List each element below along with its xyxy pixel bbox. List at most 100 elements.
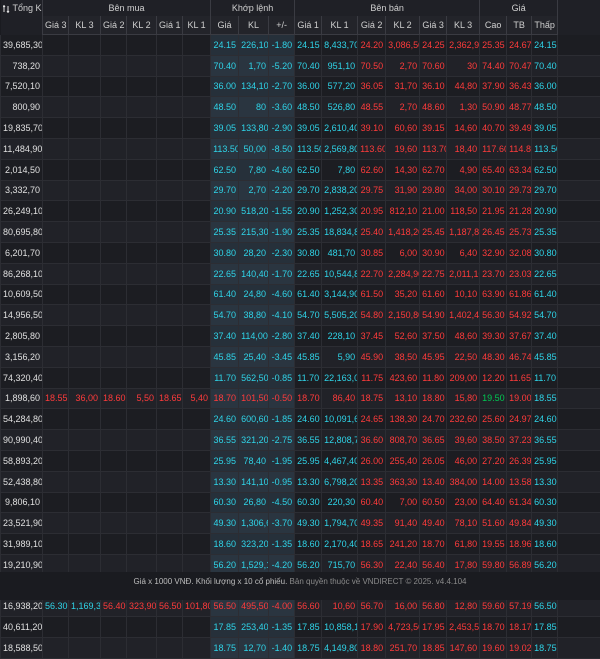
table-row[interactable]: 40,611,2017.85253,40-1.3517.8510,858,101… [1,617,600,638]
buy-col-header-3[interactable]: KL 2 [127,16,157,35]
buy-vol-1 [183,346,211,367]
sell-vol-3: 147,60 [447,638,480,659]
sell-vol-2: 808,70 [386,430,420,451]
avg-price: 25.73 [507,222,532,243]
total-volume-header[interactable]: Tổng KL [1,0,43,35]
sell-vol-3: 6,40 [447,242,480,263]
match-col-header-1[interactable]: KL [239,16,269,35]
sell-price-3: 18.80 [420,388,447,409]
total-volume-label: Tổng KL [13,3,43,13]
buy-col-header-4[interactable]: Giá 1 [157,16,183,35]
match-price: 18.75 [211,638,239,659]
table-row[interactable]: 58,893,2025.9578,40-1.9525.954,467,4026.… [1,450,600,471]
buy-extra [558,118,600,139]
table-row[interactable]: 90,990,4036.55321,20-2.7536.5512,808,703… [1,430,600,451]
table-row[interactable]: 1,898,6018.5536,0018.605,5018.655,4018.7… [1,388,600,409]
avg-price: 13.58 [507,471,532,492]
table-row[interactable]: 26,249,1020.90518,20-1.5520.901,252,3020… [1,201,600,222]
buy-col-header-0[interactable]: Giá 3 [43,16,69,35]
table-row[interactable]: 3,332,7029.702,70-2.2029.702,838,2029.75… [1,180,600,201]
table-row[interactable]: 11,484,90113.5050,00-8.50113.502,569,801… [1,138,600,159]
buy-vol-1 [183,471,211,492]
buy-col-header-2[interactable]: Giá 2 [101,16,127,35]
buy-vol-2 [127,180,157,201]
buy-price-3 [43,118,69,139]
buy-vol-2 [127,513,157,534]
avg-price: 46.74 [507,346,532,367]
table-row[interactable]: 54,284,8024.60600,60-1.8524.6010,091,602… [1,409,600,430]
sell-col-header-1[interactable]: KL 1 [322,16,358,35]
table-row[interactable]: 80,695,8025.35215,30-1.9025.3518,834,802… [1,222,600,243]
table-row[interactable]: 2,805,8037.40114,00-2.8037.40228,1037.45… [1,326,600,347]
table-row[interactable]: 86,268,1022.65140,40-1.7022.6510,544,802… [1,263,600,284]
match-price: 22.65 [211,263,239,284]
table-row[interactable]: 3,156,2045.8525,40-3.4545.855,9045.9038,… [1,346,600,367]
table-row[interactable]: 23,521,9049.301,306,60-3.7049.301,794,70… [1,513,600,534]
low-price: 45.85 [532,346,558,367]
sell-price-2: 25.40 [358,222,386,243]
match-change: -4.50 [269,492,295,513]
match-price: 39.05 [211,118,239,139]
match-price: 13.30 [211,471,239,492]
table-row[interactable]: 74,320,4011.70562,50-0.8511.7022,163,001… [1,367,600,388]
table-row[interactable]: 9,806,1060.3026,80-4.5060.30220,3060.407… [1,492,600,513]
buy-col-header-5[interactable]: KL 1 [183,16,211,35]
table-row[interactable]: 14,956,5054.7038,80-4.1054.705,505,2054.… [1,305,600,326]
table-row[interactable]: 31,989,1018.60323,20-1.3518.602,170,4018… [1,534,600,555]
sell-vol-2: 31,70 [386,76,420,97]
sell-col-header-2[interactable]: Giá 2 [358,16,386,35]
sell-price-2: 113.60 [358,138,386,159]
table-row[interactable]: 18,588,5018.7512,70-1.4018.754,149,8018.… [1,638,600,659]
sell-price-1: 61.40 [295,284,322,305]
buy-extra [558,430,600,451]
buy-col-header-1[interactable]: KL 3 [69,16,101,35]
table-row[interactable]: 10,609,5061.4024,80-4.6061.403,144,9061.… [1,284,600,305]
sell-vol-1: 1,252,30 [322,201,358,222]
table-row[interactable]: 6,201,7030.8028,20-2.3030.80481,7030.856… [1,242,600,263]
avg-price: 32.08 [507,242,532,263]
sell-col-header-4[interactable]: Giá 3 [420,16,447,35]
low-price: 18.60 [532,534,558,555]
sell-col-header-0[interactable]: Giá 1 [295,16,322,35]
table-row[interactable]: 800,9048.5080-3.6048.50526,8048.552,7048… [1,97,600,118]
sell-price-1: 18.70 [295,388,322,409]
price-col-header-0[interactable]: Cao [480,16,507,35]
buy-price-3 [43,617,69,638]
buy-price-1 [157,326,183,347]
sort-arrow-icon[interactable] [3,5,13,13]
avg-price: 18.96 [507,534,532,555]
buy-price-2 [101,534,127,555]
high-price: 39.30 [480,326,507,347]
buy-price-1 [157,305,183,326]
match-vol: 253,40 [239,617,269,638]
low-price: 11.70 [532,367,558,388]
match-vol: 38,80 [239,305,269,326]
sell-vol-1: 22,163,00 [322,367,358,388]
price-col-header-1[interactable]: TB [507,16,532,35]
sell-vol-3: 232,60 [447,409,480,430]
buy-vol-1 [183,617,211,638]
table-row[interactable]: 52,438,8013.30141,10-0.9513.306,798,2013… [1,471,600,492]
buy-price-1 [157,513,183,534]
buy-vol-3 [69,284,101,305]
buy-extra [558,305,600,326]
buy-vol-1 [183,118,211,139]
table-row[interactable]: 738,2070.401,70-5.2070.40951,1070.502,70… [1,55,600,76]
sell-col-header-3[interactable]: KL 2 [386,16,420,35]
match-col-header-2[interactable]: +/- [269,16,295,35]
avg-price: 29.73 [507,180,532,201]
buy-price-2 [101,180,127,201]
match-price: 18.70 [211,388,239,409]
buy-price-1: 18.65 [157,388,183,409]
match-col-header-0[interactable]: Giá [211,16,239,35]
price-col-header-2[interactable]: Thấp [532,16,558,35]
price-board: Tổng KL Bên mua Khớp lệnh Bên bán Giá Gi… [0,0,600,659]
buy-vol-1 [183,201,211,222]
table-row[interactable]: 39,685,3024.15226,10-1.8024.158,433,7024… [1,35,600,56]
matched-group: Khớp lệnh [211,0,295,16]
sell-col-header-5[interactable]: KL 3 [447,16,480,35]
table-row[interactable]: 7,520,1036.00134,10-2.7036.00577,2036.05… [1,76,600,97]
table-row[interactable]: 19,835,7039.05133,80-2.9039.052,610,4039… [1,118,600,139]
total-volume: 6,201,70 [1,242,43,263]
table-row[interactable]: 2,014,5062.507,80-4.6062.507,8062.6014,3… [1,159,600,180]
